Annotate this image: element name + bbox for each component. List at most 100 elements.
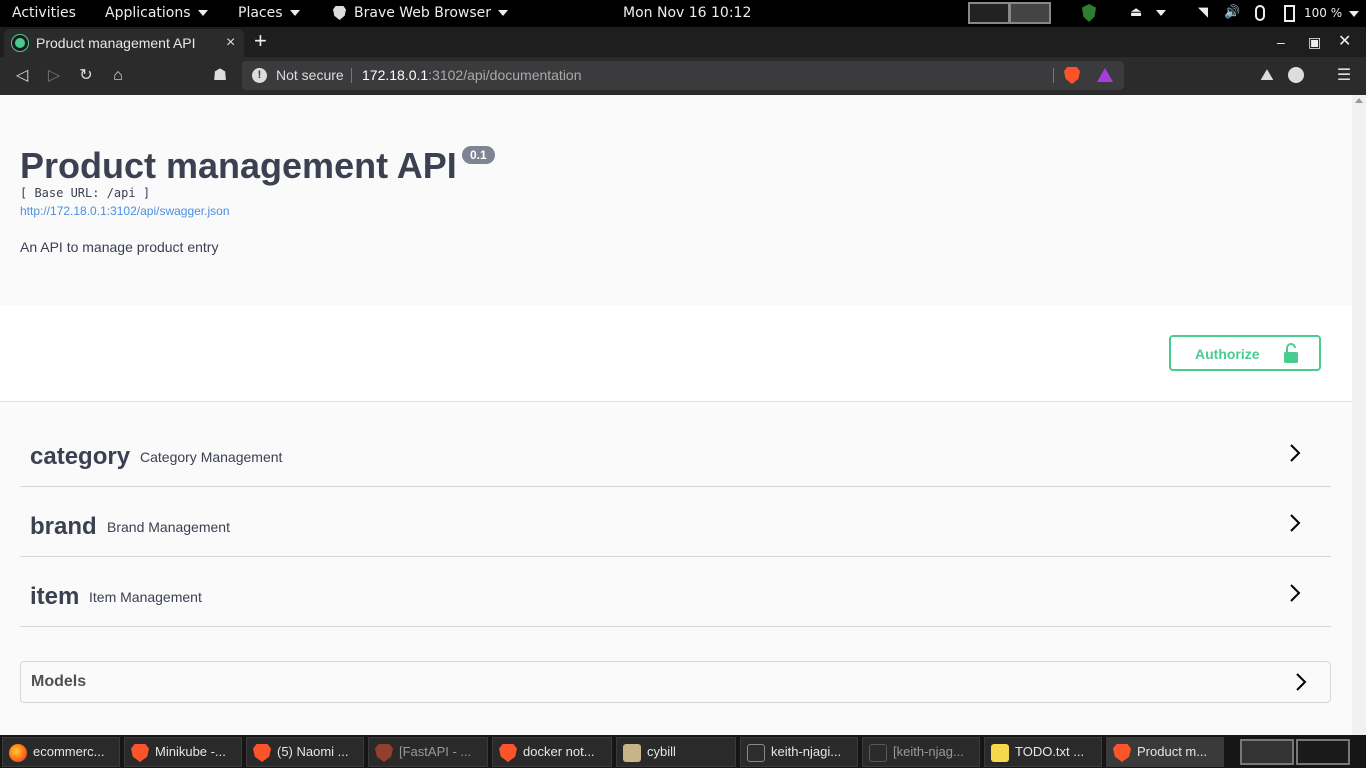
terminal-icon <box>747 744 765 762</box>
tag-section-category[interactable]: category Category Management <box>20 417 1331 487</box>
forward-button[interactable]: ▷ <box>43 65 65 87</box>
brave-rewards-icon[interactable] <box>1097 68 1113 82</box>
taskbar-item-label: keith-njagi... <box>771 744 842 759</box>
not-secure-label[interactable]: Not secure <box>276 61 344 90</box>
workspace-indicator-2[interactable] <box>1009 2 1051 24</box>
taskbar-item[interactable]: ecommerc... <box>2 737 120 767</box>
taskbar-item-label: docker not... <box>523 744 595 759</box>
tag-description: Brand Management <box>107 519 230 535</box>
app-menu[interactable]: Brave Web Browser <box>333 0 508 27</box>
page-viewport: Product management API 0.1 [ Base URL: /… <box>0 95 1366 735</box>
url-text[interactable]: 172.18.0.1:3102/api/documentation <box>362 61 582 90</box>
taskbar-item-label: Product m... <box>1137 744 1208 759</box>
window-list-taskbar: ecommerc... Minikube -... (5) Naomi ... … <box>0 735 1366 768</box>
info-icon[interactable]: ! <box>252 68 267 83</box>
battery-icon[interactable] <box>1284 5 1295 22</box>
authorize-button[interactable]: Authorize <box>1169 335 1321 371</box>
tag-description: Item Management <box>89 589 202 605</box>
taskbar-item-label: Minikube -... <box>155 744 226 759</box>
taskbar-item[interactable]: cybill <box>616 737 736 767</box>
swagger-json-link[interactable]: http://172.18.0.1:3102/api/swagger.json <box>20 204 230 218</box>
microphone-icon[interactable] <box>1255 5 1265 21</box>
menu-icon[interactable]: ☰ <box>1333 65 1355 87</box>
applications-menu[interactable]: Applications <box>105 0 208 27</box>
brave-icon <box>131 744 149 762</box>
chevron-down-icon <box>197 10 208 16</box>
taskbar-item-active[interactable]: Product m... <box>1106 737 1224 767</box>
models-label: Models <box>31 673 87 690</box>
operations-wrapper: category Category Management brand Brand… <box>0 402 1352 735</box>
eject-icon[interactable]: ⏏ <box>1130 4 1142 22</box>
taskbar-item-label: TODO.txt ... <box>1015 744 1085 759</box>
address-bar[interactable]: ! Not secure 172.18.0.1:3102/api/documen… <box>242 61 1124 90</box>
workspace-switcher-2[interactable] <box>1296 739 1350 765</box>
tag-name: item <box>30 583 80 610</box>
minimize-button[interactable]: – <box>1277 27 1285 57</box>
close-tab-icon[interactable]: × <box>226 29 235 57</box>
brave-icon <box>499 744 517 762</box>
swagger-favicon-icon <box>12 35 28 51</box>
volume-icon[interactable]: 🔊 <box>1224 4 1240 22</box>
url-host: 172.18.0.1 <box>362 67 429 83</box>
system-top-bar: Activities Applications Places Brave Web… <box>0 0 1366 27</box>
api-info-section: Product management API 0.1 [ Base URL: /… <box>0 95 1352 305</box>
chevron-down-icon <box>498 10 508 16</box>
new-tab-button[interactable]: + <box>254 27 267 55</box>
brave-icon <box>333 6 346 20</box>
url-divider <box>351 68 352 83</box>
applications-label: Applications <box>105 5 191 21</box>
tag-description: Category Management <box>140 449 283 465</box>
taskbar-item[interactable]: keith-njagi... <box>740 737 858 767</box>
bookmark-button[interactable]: ☗ <box>209 65 231 87</box>
browser-toolbar: ◁ ▷ ↻ ⌂ ☗ ! Not secure 172.18.0.1:3102/a… <box>0 57 1366 95</box>
models-section[interactable]: Models <box>20 661 1331 703</box>
extension-icon[interactable]: ⛰ <box>1256 65 1278 87</box>
taskbar-item-label: ecommerc... <box>33 744 105 759</box>
version-badge: 0.1 <box>462 146 495 164</box>
back-button[interactable]: ◁ <box>11 65 33 87</box>
shield-icon[interactable] <box>1082 4 1096 22</box>
wifi-icon[interactable]: ◥ <box>1198 4 1208 22</box>
battery-percent[interactable]: 100 % <box>1304 0 1360 27</box>
tab-title: Product management API <box>36 35 196 51</box>
brave-shields-icon[interactable] <box>1064 67 1080 84</box>
taskbar-item[interactable]: [keith-njag... <box>862 737 980 767</box>
chevron-right-icon <box>1296 673 1307 691</box>
reload-button[interactable]: ↻ <box>75 65 97 87</box>
base-url: [ Base URL: /api ] <box>20 186 151 200</box>
api-description: An API to manage product entry <box>20 239 219 255</box>
workspace-indicator-1[interactable] <box>968 2 1010 24</box>
taskbar-item[interactable]: [FastAPI - ... <box>368 737 488 767</box>
workspace-switcher-1[interactable] <box>1240 739 1294 765</box>
tag-section-item[interactable]: item Item Management <box>20 557 1331 627</box>
taskbar-item[interactable]: docker not... <box>492 737 612 767</box>
chevron-right-icon <box>1290 444 1301 462</box>
scroll-up-icon[interactable] <box>1355 98 1363 103</box>
battery-label: 100 % <box>1304 6 1343 20</box>
activities-button[interactable]: Activities <box>12 0 76 27</box>
home-button[interactable]: ⌂ <box>107 65 129 87</box>
app-menu-label: Brave Web Browser <box>354 5 491 21</box>
taskbar-item[interactable]: Minikube -... <box>124 737 242 767</box>
brave-icon <box>1113 744 1131 762</box>
scrollbar[interactable] <box>1352 95 1366 735</box>
chevron-down-icon[interactable] <box>1156 4 1166 22</box>
taskbar-item[interactable]: (5) Naomi ... <box>246 737 364 767</box>
places-menu[interactable]: Places <box>238 0 300 27</box>
url-path: :3102/api/documentation <box>428 67 582 83</box>
taskbar-item-label: [keith-njag... <box>893 744 964 759</box>
chevron-down-icon <box>289 10 300 16</box>
terminal-icon <box>869 744 887 762</box>
clock[interactable]: Mon Nov 16 10:12 <box>623 0 751 27</box>
close-window-button[interactable]: ✕ <box>1338 27 1351 57</box>
taskbar-item[interactable]: TODO.txt ... <box>984 737 1102 767</box>
taskbar-item-label: [FastAPI - ... <box>399 744 472 759</box>
places-label: Places <box>238 5 283 21</box>
unlock-icon <box>1284 343 1298 363</box>
maximize-button[interactable]: ▣ <box>1308 27 1321 57</box>
authorize-label: Authorize <box>1195 346 1260 362</box>
tag-name: brand <box>30 513 97 540</box>
profile-avatar-icon[interactable] <box>1288 67 1304 83</box>
tag-section-brand[interactable]: brand Brand Management <box>20 487 1331 557</box>
tab-product-management-api[interactable]: Product management API × <box>4 29 244 57</box>
